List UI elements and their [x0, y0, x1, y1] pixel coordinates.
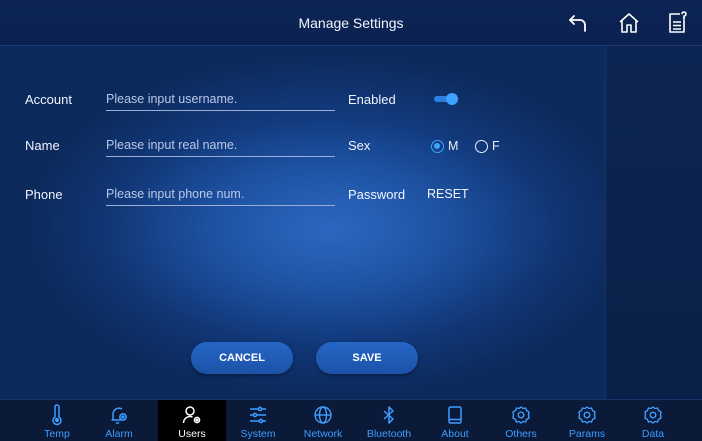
name-label: Name: [25, 138, 60, 153]
nav-item-temp[interactable]: Temp: [23, 400, 91, 441]
phone-input[interactable]: [106, 184, 335, 204]
nav-label-alarm: Alarm: [105, 428, 133, 440]
user-form-panel: Account Enabled Name Sex M F Phone Passw…: [0, 46, 605, 399]
tablet-icon: [444, 404, 466, 426]
gear-icon: [642, 404, 664, 426]
gear-icon: [576, 404, 598, 426]
manage-settings-screen: Manage Settings Account Enabled: [0, 0, 702, 441]
nav-item-data[interactable]: Data: [619, 400, 687, 441]
nav-label-temp: Temp: [44, 428, 70, 440]
account-input[interactable]: [106, 89, 335, 109]
sex-label: Sex: [348, 138, 371, 153]
thermometer-icon: [46, 404, 68, 426]
radio-circle-m: [431, 139, 444, 153]
nav-item-about[interactable]: About: [421, 400, 489, 441]
nav-item-users[interactable]: Users: [158, 400, 226, 441]
back-arrow-icon[interactable]: [566, 11, 590, 35]
nav-label-params: Params: [568, 428, 606, 440]
bottom-nav: Temp Alarm Users System Network Bluetoot…: [0, 399, 702, 441]
phone-label: Phone: [25, 187, 63, 202]
nav-item-bluetooth[interactable]: Bluetooth: [355, 400, 423, 441]
nav-label-bluetooth: Bluetooth: [366, 428, 412, 440]
user-settings-icon: [181, 404, 203, 426]
nav-label-users: Users: [178, 428, 206, 440]
password-reset-button[interactable]: RESET: [427, 187, 469, 201]
radio-label-m: M: [448, 139, 459, 153]
name-input[interactable]: [106, 135, 335, 155]
nav-item-others[interactable]: Others: [487, 400, 555, 441]
cancel-button[interactable]: CANCEL: [191, 342, 293, 374]
nav-item-alarm[interactable]: Alarm: [85, 400, 153, 441]
nav-label-others: Others: [505, 428, 537, 440]
enabled-toggle[interactable]: [432, 93, 458, 105]
phone-field[interactable]: [106, 184, 335, 206]
nav-label-system: System: [240, 428, 276, 440]
side-panel: [605, 46, 702, 399]
nav-label-about: About: [441, 428, 469, 440]
enabled-label: Enabled: [348, 92, 396, 107]
toggle-knob: [446, 93, 458, 105]
name-field[interactable]: [106, 135, 335, 157]
nav-item-network[interactable]: Network: [289, 400, 357, 441]
radio-label-f: F: [492, 139, 500, 153]
notes-icon[interactable]: [665, 11, 689, 35]
home-icon[interactable]: [617, 11, 641, 35]
gear-icon: [510, 404, 532, 426]
radio-circle-f: [475, 139, 488, 153]
nav-label-data: Data: [641, 428, 665, 440]
sex-radio-m[interactable]: M: [431, 138, 458, 154]
nav-item-system[interactable]: System: [224, 400, 292, 441]
bluetooth-icon: [378, 404, 400, 426]
account-field[interactable]: [106, 89, 335, 111]
globe-icon: [312, 404, 334, 426]
sliders-icon: [247, 404, 269, 426]
nav-label-network: Network: [303, 428, 343, 440]
page-title: Manage Settings: [298, 15, 404, 31]
password-label: Password: [348, 187, 406, 202]
alarm-bell-icon: [108, 404, 130, 426]
account-label: Account: [25, 92, 72, 107]
title-bar: Manage Settings: [0, 0, 702, 46]
sex-radio-f[interactable]: F: [475, 138, 500, 154]
nav-item-params[interactable]: Params: [553, 400, 621, 441]
save-button[interactable]: SAVE: [316, 342, 418, 374]
